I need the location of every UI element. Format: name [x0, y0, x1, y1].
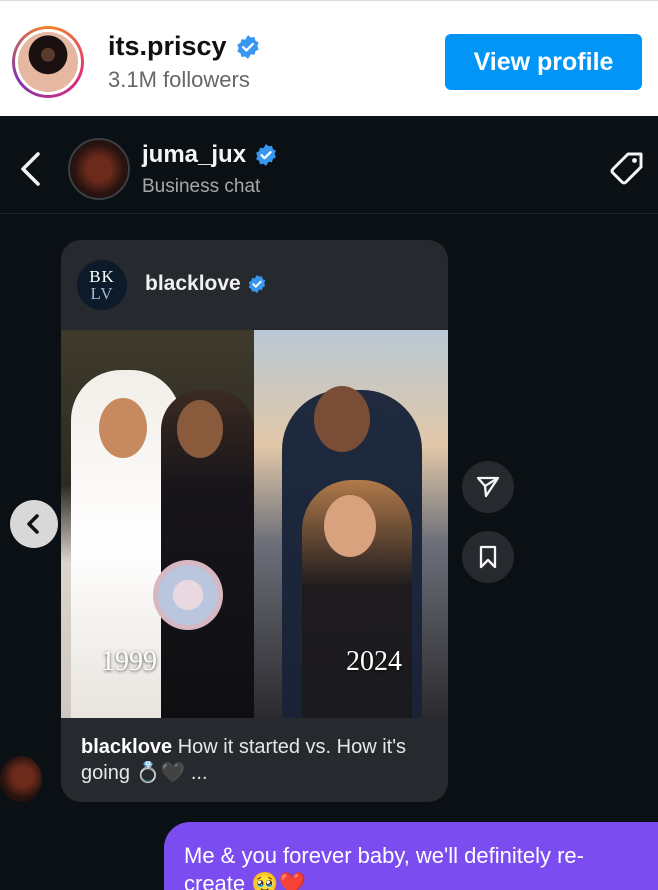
follower-count: 3.1M followers: [108, 67, 250, 92]
save-button[interactable]: [462, 531, 514, 583]
bookmark-icon: [479, 545, 497, 569]
profile-header: its.priscy 3.1M followers View profile: [0, 0, 658, 116]
year-label-right: 2024: [346, 646, 402, 677]
caption-author: blacklove: [81, 736, 173, 758]
profile-username-row: its.priscy: [108, 31, 261, 62]
wedding-photo: 1999: [61, 330, 254, 718]
post-author-name: blacklove: [145, 272, 241, 295]
chat-name-row[interactable]: juma_jux: [142, 141, 278, 169]
previous-chevron-button[interactable]: [10, 500, 58, 548]
couple-photo: 2024: [254, 330, 448, 718]
year-label-left: 1999: [101, 646, 157, 677]
chat-subtitle: Business chat: [142, 176, 261, 197]
back-arrow-icon[interactable]: [16, 150, 44, 188]
verified-badge-icon: [248, 274, 265, 294]
send-icon: [476, 476, 500, 498]
sender-avatar[interactable]: [0, 756, 42, 802]
chevron-left-icon: [27, 514, 39, 534]
profile-avatar[interactable]: [12, 26, 84, 98]
chat-avatar[interactable]: [68, 138, 130, 200]
post-image[interactable]: 1999 2024: [61, 330, 448, 718]
verified-badge-icon: [236, 34, 259, 59]
tag-icon[interactable]: [608, 150, 646, 188]
post-author-row: BK LV blacklove: [61, 240, 448, 330]
outgoing-message-bubble[interactable]: Me & you forever baby, we'll definitely …: [164, 822, 658, 890]
post-author[interactable]: blacklove: [145, 272, 267, 296]
shared-post-card[interactable]: BK LV blacklove 1999 2024 blacklove How …: [61, 240, 448, 802]
verified-badge-icon: [256, 144, 276, 166]
chat-header: juma_jux Business chat: [0, 116, 658, 214]
view-profile-button[interactable]: View profile: [445, 34, 642, 90]
blacklove-logo: BK LV: [77, 260, 127, 310]
chat-area: juma_jux Business chat BK LV blacklove 1…: [0, 116, 658, 890]
post-caption: blacklove How it started vs. How it's go…: [81, 734, 431, 786]
chat-username: juma_jux: [142, 141, 247, 168]
profile-username: its.priscy: [108, 31, 227, 61]
share-button[interactable]: [462, 461, 514, 513]
